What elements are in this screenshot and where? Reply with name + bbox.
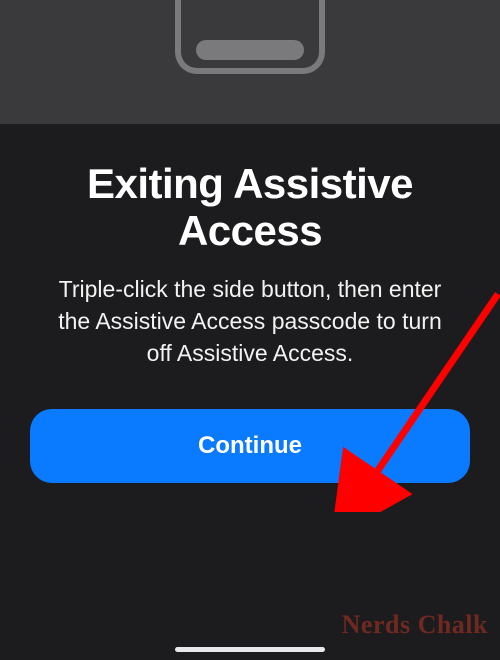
dialog-content: Exiting Assistive Access Triple-click th… [0,124,500,369]
dialog-subtitle: Triple-click the side button, then enter… [28,274,472,369]
phone-outline-icon [175,0,325,74]
status-image-bar [0,0,500,124]
watermark-text: Nerds Chalk [342,610,488,640]
dialog-title: Exiting Assistive Access [28,160,472,254]
continue-button[interactable]: Continue [30,409,470,483]
button-container: Continue [0,369,500,483]
home-indicator-icon [175,647,325,652]
